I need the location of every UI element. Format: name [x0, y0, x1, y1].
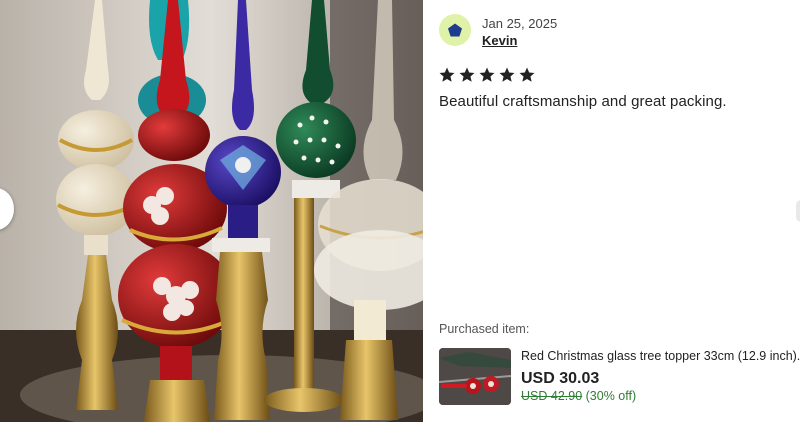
star-icon	[519, 67, 535, 82]
reviewer-name-link[interactable]: Kevin	[482, 33, 517, 48]
item-thumbnail-image	[439, 348, 511, 405]
item-title[interactable]: Red Christmas glass tree topper 33cm (12…	[521, 349, 800, 363]
review-photo[interactable]	[0, 0, 423, 422]
star-icon	[459, 67, 475, 82]
review-panel: Jan 25, 2025 Kevin Beautiful craftsmansh…	[423, 0, 800, 422]
discount-percent: (30% off)	[585, 389, 637, 403]
purchased-item-card[interactable]: Red Christmas glass tree topper 33cm (12…	[439, 348, 800, 408]
star-rating	[438, 66, 536, 84]
reviewer-avatar	[439, 14, 471, 46]
next-review-button[interactable]	[796, 200, 800, 222]
star-icon	[499, 67, 515, 82]
star-icon	[439, 67, 455, 82]
price-discount-row: USD 42.90 (30% off)	[521, 389, 636, 403]
star-icon	[479, 67, 495, 82]
review-text: Beautiful craftsmanship and great packin…	[439, 93, 727, 110]
item-price: USD 30.03	[521, 370, 600, 387]
pentagon-icon	[448, 23, 462, 37]
review-date: Jan 25, 2025	[482, 16, 558, 31]
tree-toppers-photo	[0, 0, 423, 422]
purchased-item-label: Purchased item:	[439, 322, 530, 336]
original-price: USD 42.90	[521, 389, 583, 403]
item-thumbnail[interactable]	[439, 348, 511, 405]
